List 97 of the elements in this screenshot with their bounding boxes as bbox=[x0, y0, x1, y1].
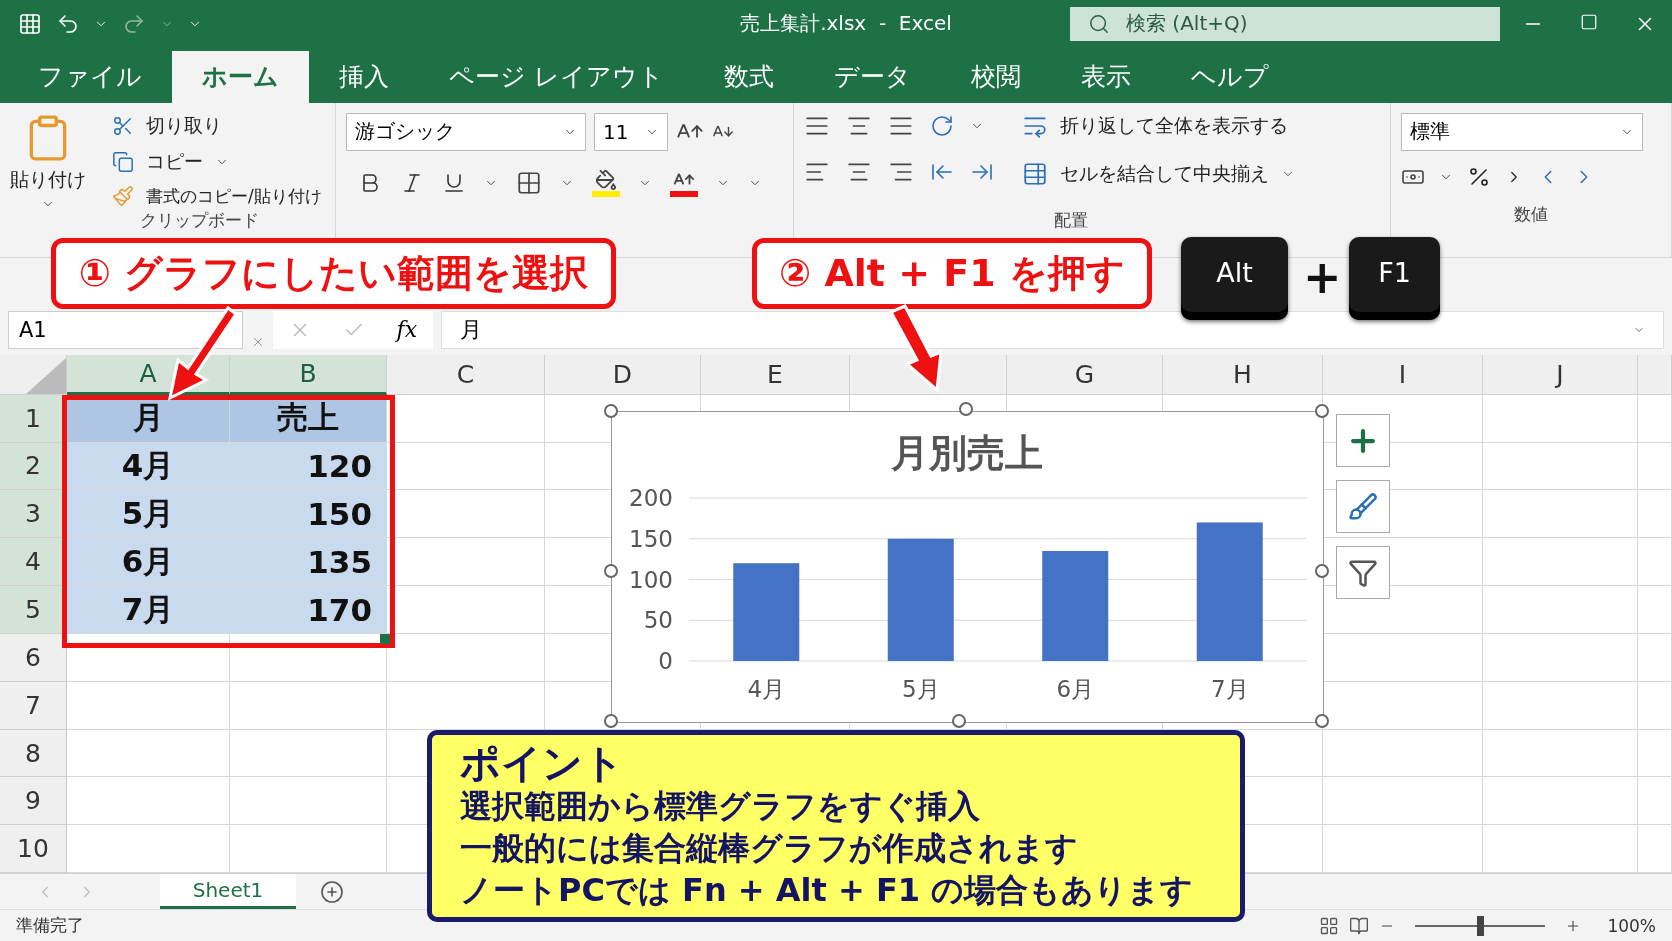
plus-sign: + bbox=[1303, 250, 1342, 304]
category-label: 5月 bbox=[901, 676, 940, 702]
ribbon-tab[interactable]: ホーム bbox=[172, 50, 309, 103]
row-number[interactable]: 10 bbox=[0, 825, 67, 874]
group-label: 数値 bbox=[1513, 202, 1549, 226]
table-cell bbox=[1638, 633, 1672, 682]
orientation-icon[interactable] bbox=[930, 113, 954, 138]
sheet-tab[interactable]: Sheet1 bbox=[160, 874, 296, 910]
tip-text: ノートPCでは Fn + Alt + F1 の場合もあります bbox=[460, 870, 1195, 911]
callout-label: ② Alt + F1 を押す bbox=[752, 238, 1152, 309]
status-text: 準備完了 bbox=[16, 914, 84, 938]
chart-styles-button[interactable] bbox=[1336, 480, 1390, 533]
table-cell bbox=[1638, 394, 1672, 443]
insert-function-button[interactable]: fx bbox=[396, 317, 418, 343]
table-cell bbox=[1638, 586, 1672, 634]
merge-icon[interactable] bbox=[1022, 160, 1048, 187]
y-tick-label: 50 bbox=[643, 607, 673, 634]
table-cell bbox=[1638, 777, 1672, 826]
chart-elements-button[interactable] bbox=[1336, 414, 1390, 467]
column-header[interactable]: J bbox=[1483, 354, 1638, 395]
name-box[interactable]: A1 bbox=[8, 310, 243, 349]
chart-area[interactable]: 月別売上 0 50 100 150 200 4月 5月 6月 7月 bbox=[611, 411, 1324, 723]
page-layout-icon[interactable] bbox=[1349, 915, 1370, 936]
column-header[interactable]: E bbox=[701, 354, 850, 395]
table-cell bbox=[1638, 538, 1672, 587]
column-header[interactable]: H bbox=[1163, 354, 1323, 395]
format-painter-button[interactable]: 書式のコピー/貼り付け bbox=[146, 184, 322, 208]
ribbon-tab[interactable]: ヘルプ bbox=[1160, 50, 1299, 103]
paste-button[interactable]: 貼り付け bbox=[10, 166, 86, 193]
tip-text: 一般的には集合縦棒グラフが作成されます bbox=[460, 828, 1079, 869]
copy-button[interactable]: コピー bbox=[146, 148, 203, 175]
ribbon-tab[interactable]: ページ レイアウト bbox=[419, 50, 694, 103]
ribbon-tab[interactable]: 挿入 bbox=[309, 50, 419, 103]
column-header[interactable]: I bbox=[1323, 354, 1483, 395]
ribbon-tab[interactable]: 表示 bbox=[1050, 50, 1161, 103]
category-label: 7月 bbox=[1210, 676, 1249, 702]
table-cell: 7月 bbox=[67, 586, 230, 634]
chart-title: 月別売上 bbox=[891, 431, 1043, 475]
tip-title: ポイント bbox=[460, 741, 625, 785]
table-cell: 150 bbox=[230, 490, 387, 539]
table-cell: 170 bbox=[230, 586, 387, 634]
y-tick-label: 100 bbox=[629, 566, 673, 593]
key-cap: F1 bbox=[1349, 237, 1440, 320]
ribbon-tab[interactable]: データ bbox=[803, 50, 941, 103]
group-label: 配置 bbox=[1054, 208, 1088, 232]
row-number[interactable]: 8 bbox=[0, 729, 67, 778]
y-tick-label: 150 bbox=[629, 525, 673, 552]
table-cell bbox=[1638, 490, 1672, 539]
zoom-reading: 100% bbox=[1607, 915, 1656, 936]
font-size-field[interactable]: 11 bbox=[594, 112, 668, 151]
grid-icon[interactable] bbox=[18, 11, 42, 36]
formula-field[interactable]: 月 bbox=[441, 310, 1664, 349]
search-field[interactable]: 検索 (Alt+Q) bbox=[1070, 6, 1500, 41]
table-cell bbox=[1638, 681, 1672, 730]
column-header[interactable]: D bbox=[545, 354, 701, 395]
table-cell: 120 bbox=[230, 442, 387, 491]
table-cell: 5月 bbox=[67, 490, 230, 539]
number-format-field[interactable]: 標準 bbox=[1401, 112, 1643, 151]
zoom-thumb[interactable] bbox=[1477, 915, 1485, 936]
table-cell bbox=[1638, 729, 1672, 778]
normal-view-icon[interactable] bbox=[1319, 915, 1340, 936]
border-icon[interactable] bbox=[516, 169, 542, 196]
row-number[interactable]: 6 bbox=[0, 633, 67, 682]
table-cell: 135 bbox=[230, 538, 387, 587]
category-label: 4月 bbox=[747, 676, 786, 702]
row-number[interactable]: 9 bbox=[0, 777, 67, 826]
y-tick-label: 200 bbox=[629, 485, 673, 511]
copy-icon[interactable] bbox=[112, 150, 134, 173]
y-tick-label: 0 bbox=[658, 648, 673, 674]
maximize-icon[interactable] bbox=[1580, 12, 1598, 31]
chart-filters-button[interactable] bbox=[1336, 546, 1390, 599]
search-icon bbox=[1088, 12, 1110, 35]
callout-label: ① グラフにしたい範囲を選択 bbox=[51, 238, 616, 309]
cut-button[interactable]: 切り取り bbox=[146, 112, 222, 139]
table-cell bbox=[1638, 442, 1672, 491]
ribbon-tab[interactable]: ファイル bbox=[8, 50, 172, 103]
column-header[interactable]: C bbox=[387, 354, 545, 395]
add-sheet-icon[interactable] bbox=[320, 879, 344, 904]
brush-icon bbox=[1348, 491, 1378, 522]
column-header[interactable]: G bbox=[1007, 354, 1163, 395]
ribbon-tab[interactable]: 校閲 bbox=[940, 50, 1051, 103]
group-label: クリップボード bbox=[140, 208, 259, 232]
row-number[interactable]: 7 bbox=[0, 681, 67, 730]
column-header[interactable]: B bbox=[230, 354, 387, 395]
fill-color-icon[interactable] bbox=[592, 168, 620, 197]
window-title: 売上集計.xlsx - Excel bbox=[739, 10, 953, 38]
ribbon-tab[interactable]: 数式 bbox=[693, 50, 804, 103]
table-cell: 4月 bbox=[67, 442, 230, 491]
fill-handle[interactable] bbox=[380, 634, 390, 644]
tip-text: 選択範囲から標準グラフをすぐ挿入 bbox=[460, 786, 981, 827]
font-name-field[interactable]: 游ゴシック bbox=[346, 112, 586, 151]
category-label: 6月 bbox=[1056, 676, 1095, 702]
key-cap: Alt bbox=[1181, 237, 1288, 320]
table-cell: 6月 bbox=[67, 538, 230, 587]
merge-center-button[interactable]: セルを結合して中央揃え bbox=[1060, 160, 1269, 187]
scissors-icon[interactable] bbox=[112, 114, 134, 137]
wrap-text-button[interactable]: 折り返して全体を表示する bbox=[1060, 112, 1288, 139]
